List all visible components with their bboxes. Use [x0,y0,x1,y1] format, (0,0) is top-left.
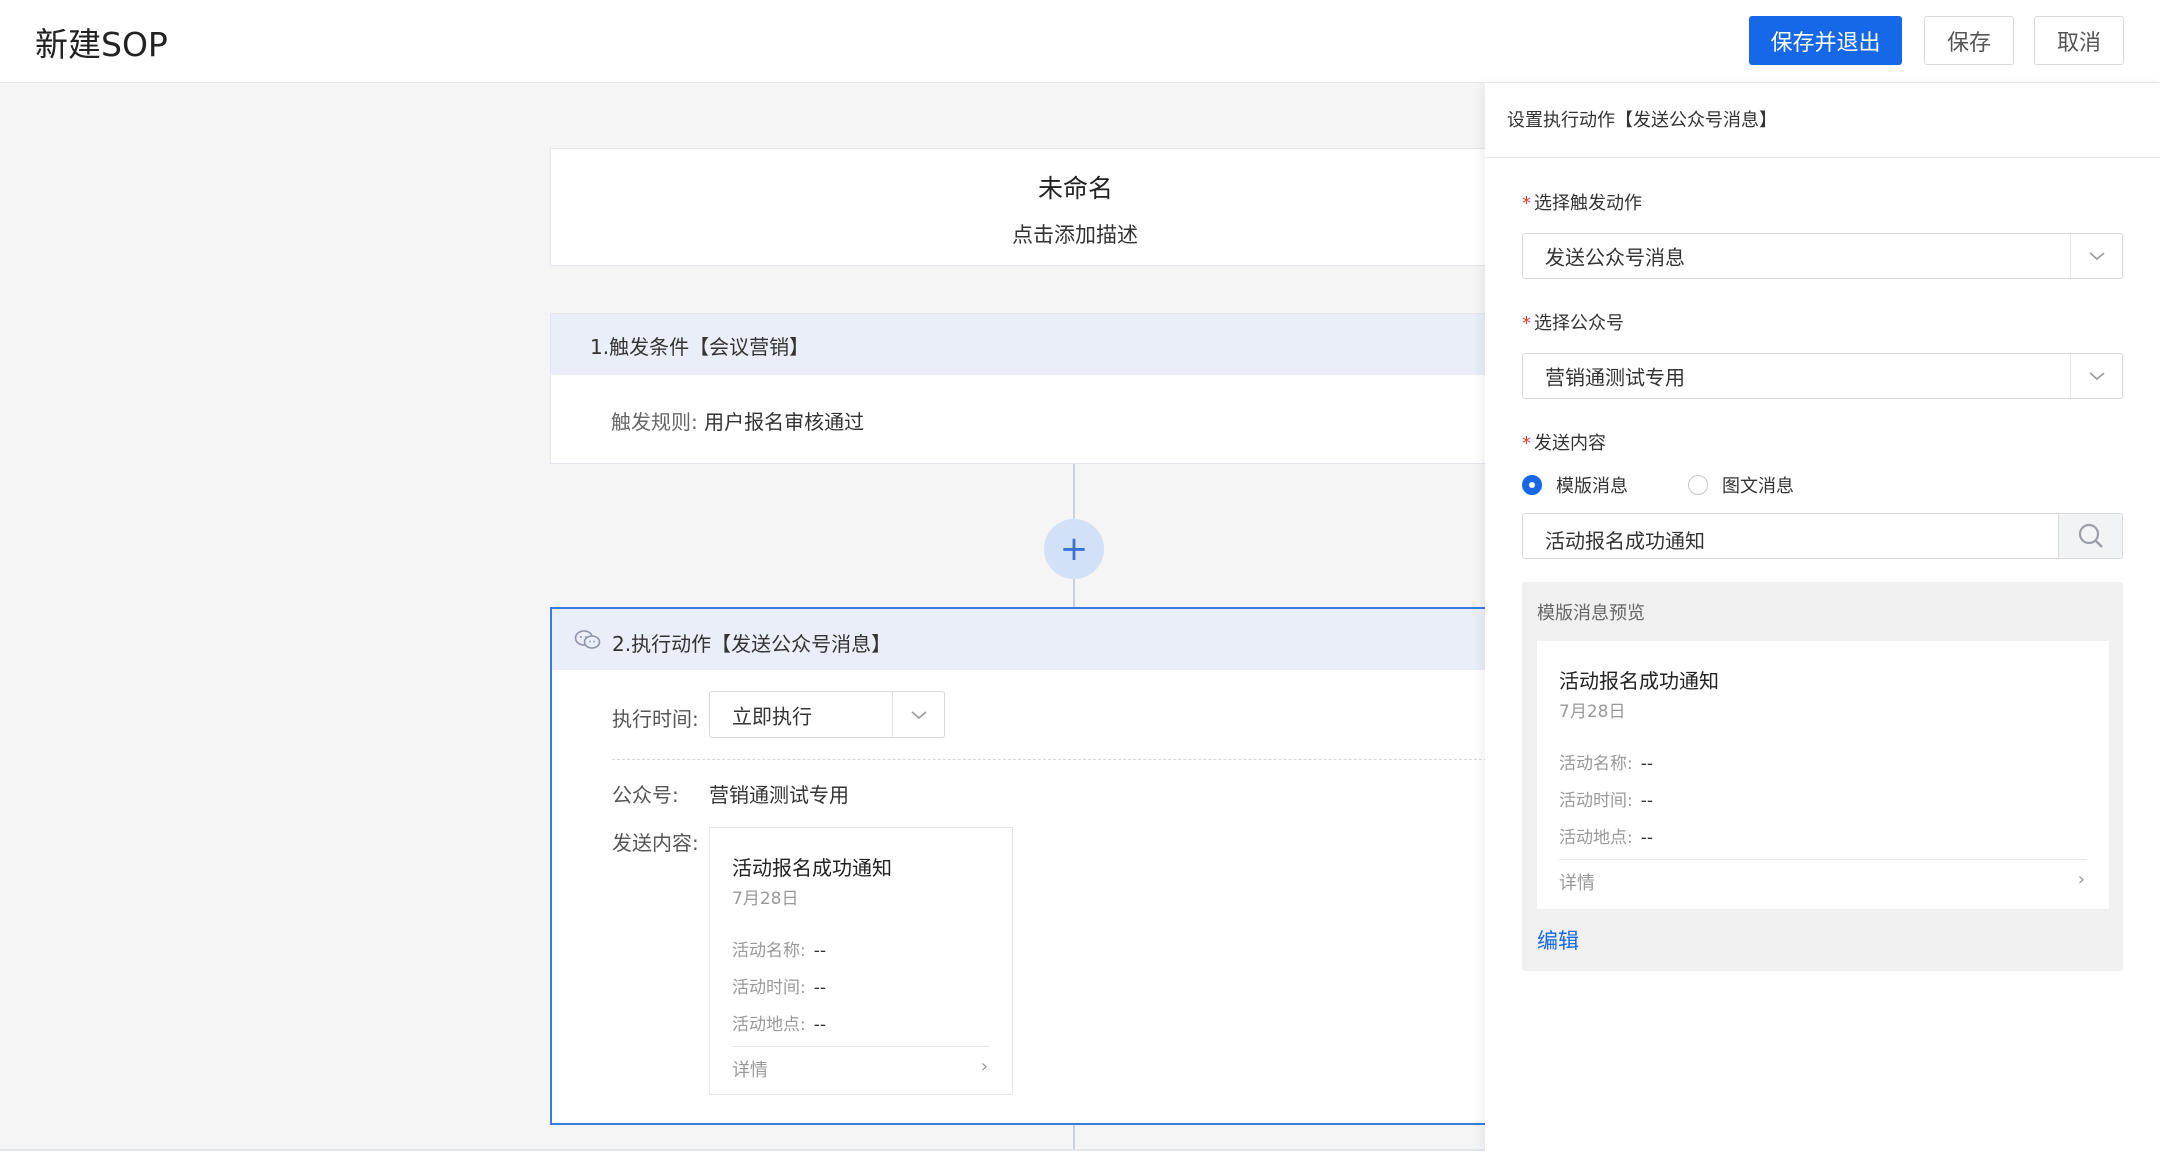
account-select[interactable]: 营销通测试专用 [1522,353,2123,399]
template-search-value: 活动报名成功通知 [1545,529,1705,553]
divider [612,759,1512,760]
account-select-label: * 选择公众号 [1522,313,1624,334]
connector-line [1073,1125,1075,1151]
template-row: 活动地点: -- [732,1015,827,1035]
plus-icon: + [1059,529,1089,569]
exec-time-select[interactable]: 立即执行 [709,691,945,738]
trigger-card-header: 1.触发条件【会议营销】 [551,314,1549,375]
save-and-exit-button[interactable]: 保存并退出 [1749,16,1902,65]
radio-rich-message[interactable] [1688,475,1708,495]
divider [732,1046,990,1047]
trigger-card[interactable]: 1.触发条件【会议营销】 触发规则: 用户报名审核通过 [550,313,1550,464]
chevron-down-icon[interactable] [2070,354,2122,398]
chevron-down-icon[interactable] [892,692,944,737]
chevron-right-icon: › [980,1056,988,1077]
settings-panel: 设置执行动作【发送公众号消息】 * 选择触发动作 发送公众号消息 * 选择公众号 营… [1485,83,2160,1151]
radio-template-message[interactable] [1522,475,1542,495]
template-row: 活动时间: -- [1559,791,1654,811]
save-button[interactable]: 保存 [1924,16,2014,65]
panel-title: 设置执行动作【发送公众号消息】 [1507,110,1777,131]
connector-line [1073,579,1075,607]
trigger-action-value: 发送公众号消息 [1545,245,1685,270]
chevron-right-icon: › [2077,869,2085,890]
template-row: 活动名称: -- [1559,754,1654,774]
wechat-icon [574,630,601,649]
template-row: 活动时间: -- [732,978,827,998]
template-title: 活动报名成功通知 [732,856,892,880]
divider [1559,859,2087,860]
content-label: 发送内容: [612,831,699,855]
trigger-title: 1.触发条件【会议营销】 [590,335,810,359]
template-row: 活动名称: -- [732,941,827,961]
trigger-rule-value: 用户报名审核通过 [704,410,865,434]
action-title: 2.执行动作【发送公众号消息】 [612,632,892,656]
divider [1485,157,2160,158]
top-header: 新建SOP 保存并退出 保存 取消 [0,0,2160,83]
search-icon [2078,523,2103,548]
action-card-header: 2.执行动作【发送公众号消息】 [552,609,1548,670]
template-date: 7月28日 [732,889,799,909]
required-mark: * [1522,433,1531,454]
template-title: 活动报名成功通知 [1559,669,1719,693]
page-title: 新建SOP [35,25,168,64]
template-message-card: 活动报名成功通知 7月28日 活动名称: -- 活动时间: -- 活动地点: -- 详… [1537,641,2109,909]
trigger-rule: 触发规则: 用户报名审核通过 [611,406,864,435]
action-card[interactable]: 2.执行动作【发送公众号消息】 执行时间: 立即执行 公众号: 营销通测试专用 … [550,607,1550,1125]
template-row: 活动地点: -- [1559,828,1654,848]
trigger-action-label: * 选择触发动作 [1522,193,1642,214]
content-type-radio-group: 模版消息 图文消息 [1522,472,1854,498]
template-message-card: 活动报名成功通知 7月28日 活动名称: -- 活动时间: -- 活动地点: -- 详… [709,827,1013,1095]
exec-time-label: 执行时间: [612,707,699,731]
sop-name-card[interactable]: 未命名 点击添加描述 [550,148,1550,266]
sop-name[interactable]: 未命名 [551,169,1551,205]
required-mark: * [1522,193,1531,214]
account-label: 公众号: [612,783,679,807]
chevron-down-icon[interactable] [2070,234,2122,278]
send-content-label: * 发送内容 [1522,433,1606,454]
exec-time-value: 立即执行 [732,704,812,728]
template-detail-link[interactable]: 详情 [732,1056,768,1082]
template-preview: 模版消息预览 活动报名成功通知 7月28日 活动名称: -- 活动时间: -- 活动… [1522,582,2123,971]
template-date: 7月28日 [1559,702,1626,722]
add-step-button[interactable]: + [1044,519,1104,579]
edit-template-link[interactable]: 编辑 [1537,925,1579,955]
radio-rich-label[interactable]: 图文消息 [1722,472,1794,498]
trigger-action-select[interactable]: 发送公众号消息 [1522,233,2123,279]
search-button[interactable] [2058,514,2122,558]
preview-title: 模版消息预览 [1537,603,1645,624]
account-select-value: 营销通测试专用 [1545,365,1685,390]
required-mark: * [1522,313,1531,334]
trigger-rule-label: 触发规则: [611,410,698,434]
template-detail-link[interactable]: 详情 [1559,869,1595,895]
radio-template-label[interactable]: 模版消息 [1556,472,1628,498]
template-search-input[interactable]: 活动报名成功通知 [1522,513,2123,559]
sop-description[interactable]: 点击添加描述 [551,219,1551,249]
cancel-button[interactable]: 取消 [2034,16,2124,65]
account-value: 营销通测试专用 [709,783,849,807]
connector-line [1073,464,1075,519]
